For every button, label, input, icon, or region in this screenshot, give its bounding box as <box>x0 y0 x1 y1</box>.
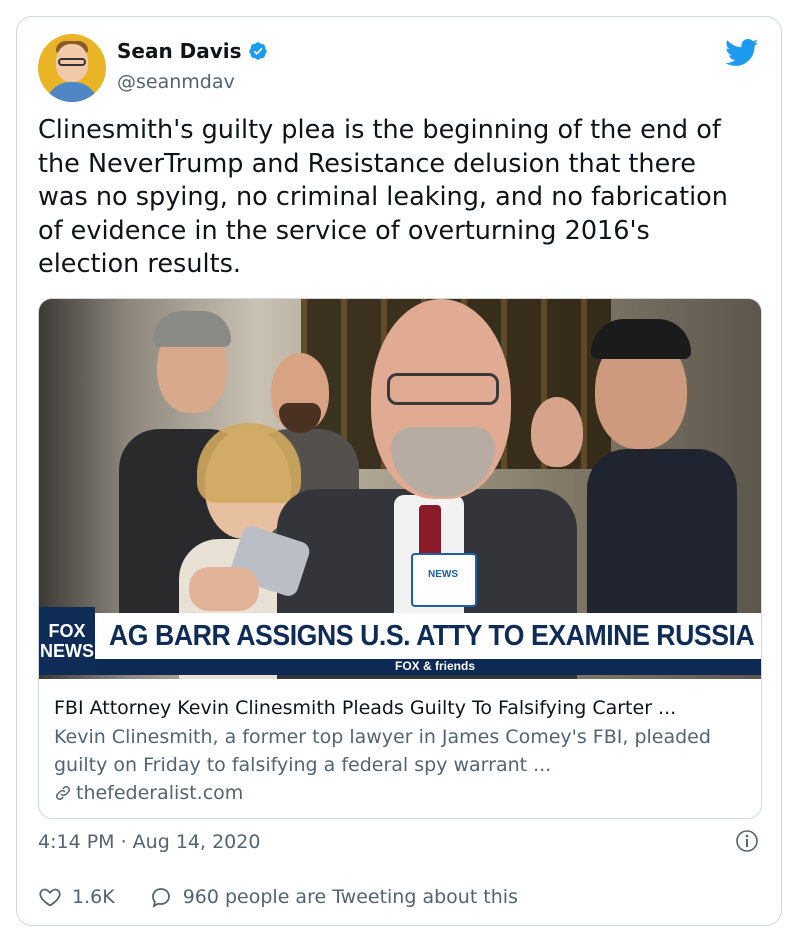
info-icon[interactable] <box>735 829 759 853</box>
tweet-actions: 1.6K 960 people are Tweeting about this <box>38 885 552 909</box>
like-count: 1.6K <box>72 886 115 908</box>
fox-news-logo-text: FOX NEWS <box>40 621 94 661</box>
news-sub-label: FOX & friends <box>395 659 476 673</box>
author-handle[interactable]: @seanmdav <box>117 71 235 93</box>
link-preview-title[interactable]: FBI Attorney Kevin Clinesmith Pleads Gui… <box>54 695 744 721</box>
link-preview-meta[interactable]: FBI Attorney Kevin Clinesmith Pleads Gui… <box>54 695 744 807</box>
news-sub-bar: FOX & friends <box>95 659 761 675</box>
image-mic-label: NEWS <box>428 569 458 580</box>
avatar-shirt <box>46 82 98 102</box>
image-person-back-head <box>531 397 583 467</box>
avatar-glasses <box>58 58 86 66</box>
image-person-center-glasses <box>387 373 499 405</box>
link-preview-image: NEWS FOX NEWS AG BARR ASSIGNS U.S. ATTY … <box>39 299 761 679</box>
image-hand <box>189 567 259 611</box>
author-name[interactable]: Sean Davis <box>117 39 242 63</box>
heart-icon <box>39 888 61 907</box>
fox-news-logo: FOX NEWS <box>39 607 95 675</box>
image-person-left-hair <box>153 311 231 347</box>
image-person-right-hair <box>591 319 691 359</box>
discussion-text: 960 people are Tweeting about this <box>182 886 518 908</box>
link-preview-domain-text[interactable]: thefederalist.com <box>76 779 243 807</box>
twitter-bird-icon[interactable] <box>725 39 759 67</box>
link-preview-description: Kevin Clinesmith, a former top lawyer in… <box>54 726 711 776</box>
link-preview-card[interactable]: NEWS FOX NEWS AG BARR ASSIGNS U.S. ATTY … <box>38 298 762 819</box>
tweet-card: Sean Davis @seanmdav Clinesmith's guilty… <box>16 16 782 926</box>
tweet-text: Clinesmith's guilty plea is the beginnin… <box>38 115 728 279</box>
link-preview-domain[interactable]: thefederalist.com <box>54 779 744 807</box>
discussion-link[interactable]: 960 people are Tweeting about this <box>149 885 518 909</box>
reply-bubble-icon <box>151 888 170 908</box>
image-microphone <box>411 553 477 607</box>
link-icon <box>55 785 71 801</box>
verified-badge-icon <box>248 42 267 60</box>
author-name-row[interactable]: Sean Davis <box>117 39 268 63</box>
avatar[interactable] <box>38 34 106 102</box>
news-headline-bar: AG BARR ASSIGNS U.S. ATTY TO EXAMINE RUS… <box>95 613 761 659</box>
tweet-timestamp[interactable]: 4:14 PM · Aug 14, 2020 <box>38 831 260 853</box>
like-button[interactable]: 1.6K <box>38 885 115 909</box>
news-headline-text: AG BARR ASSIGNS U.S. ATTY TO EXAMINE RUS… <box>109 619 761 652</box>
